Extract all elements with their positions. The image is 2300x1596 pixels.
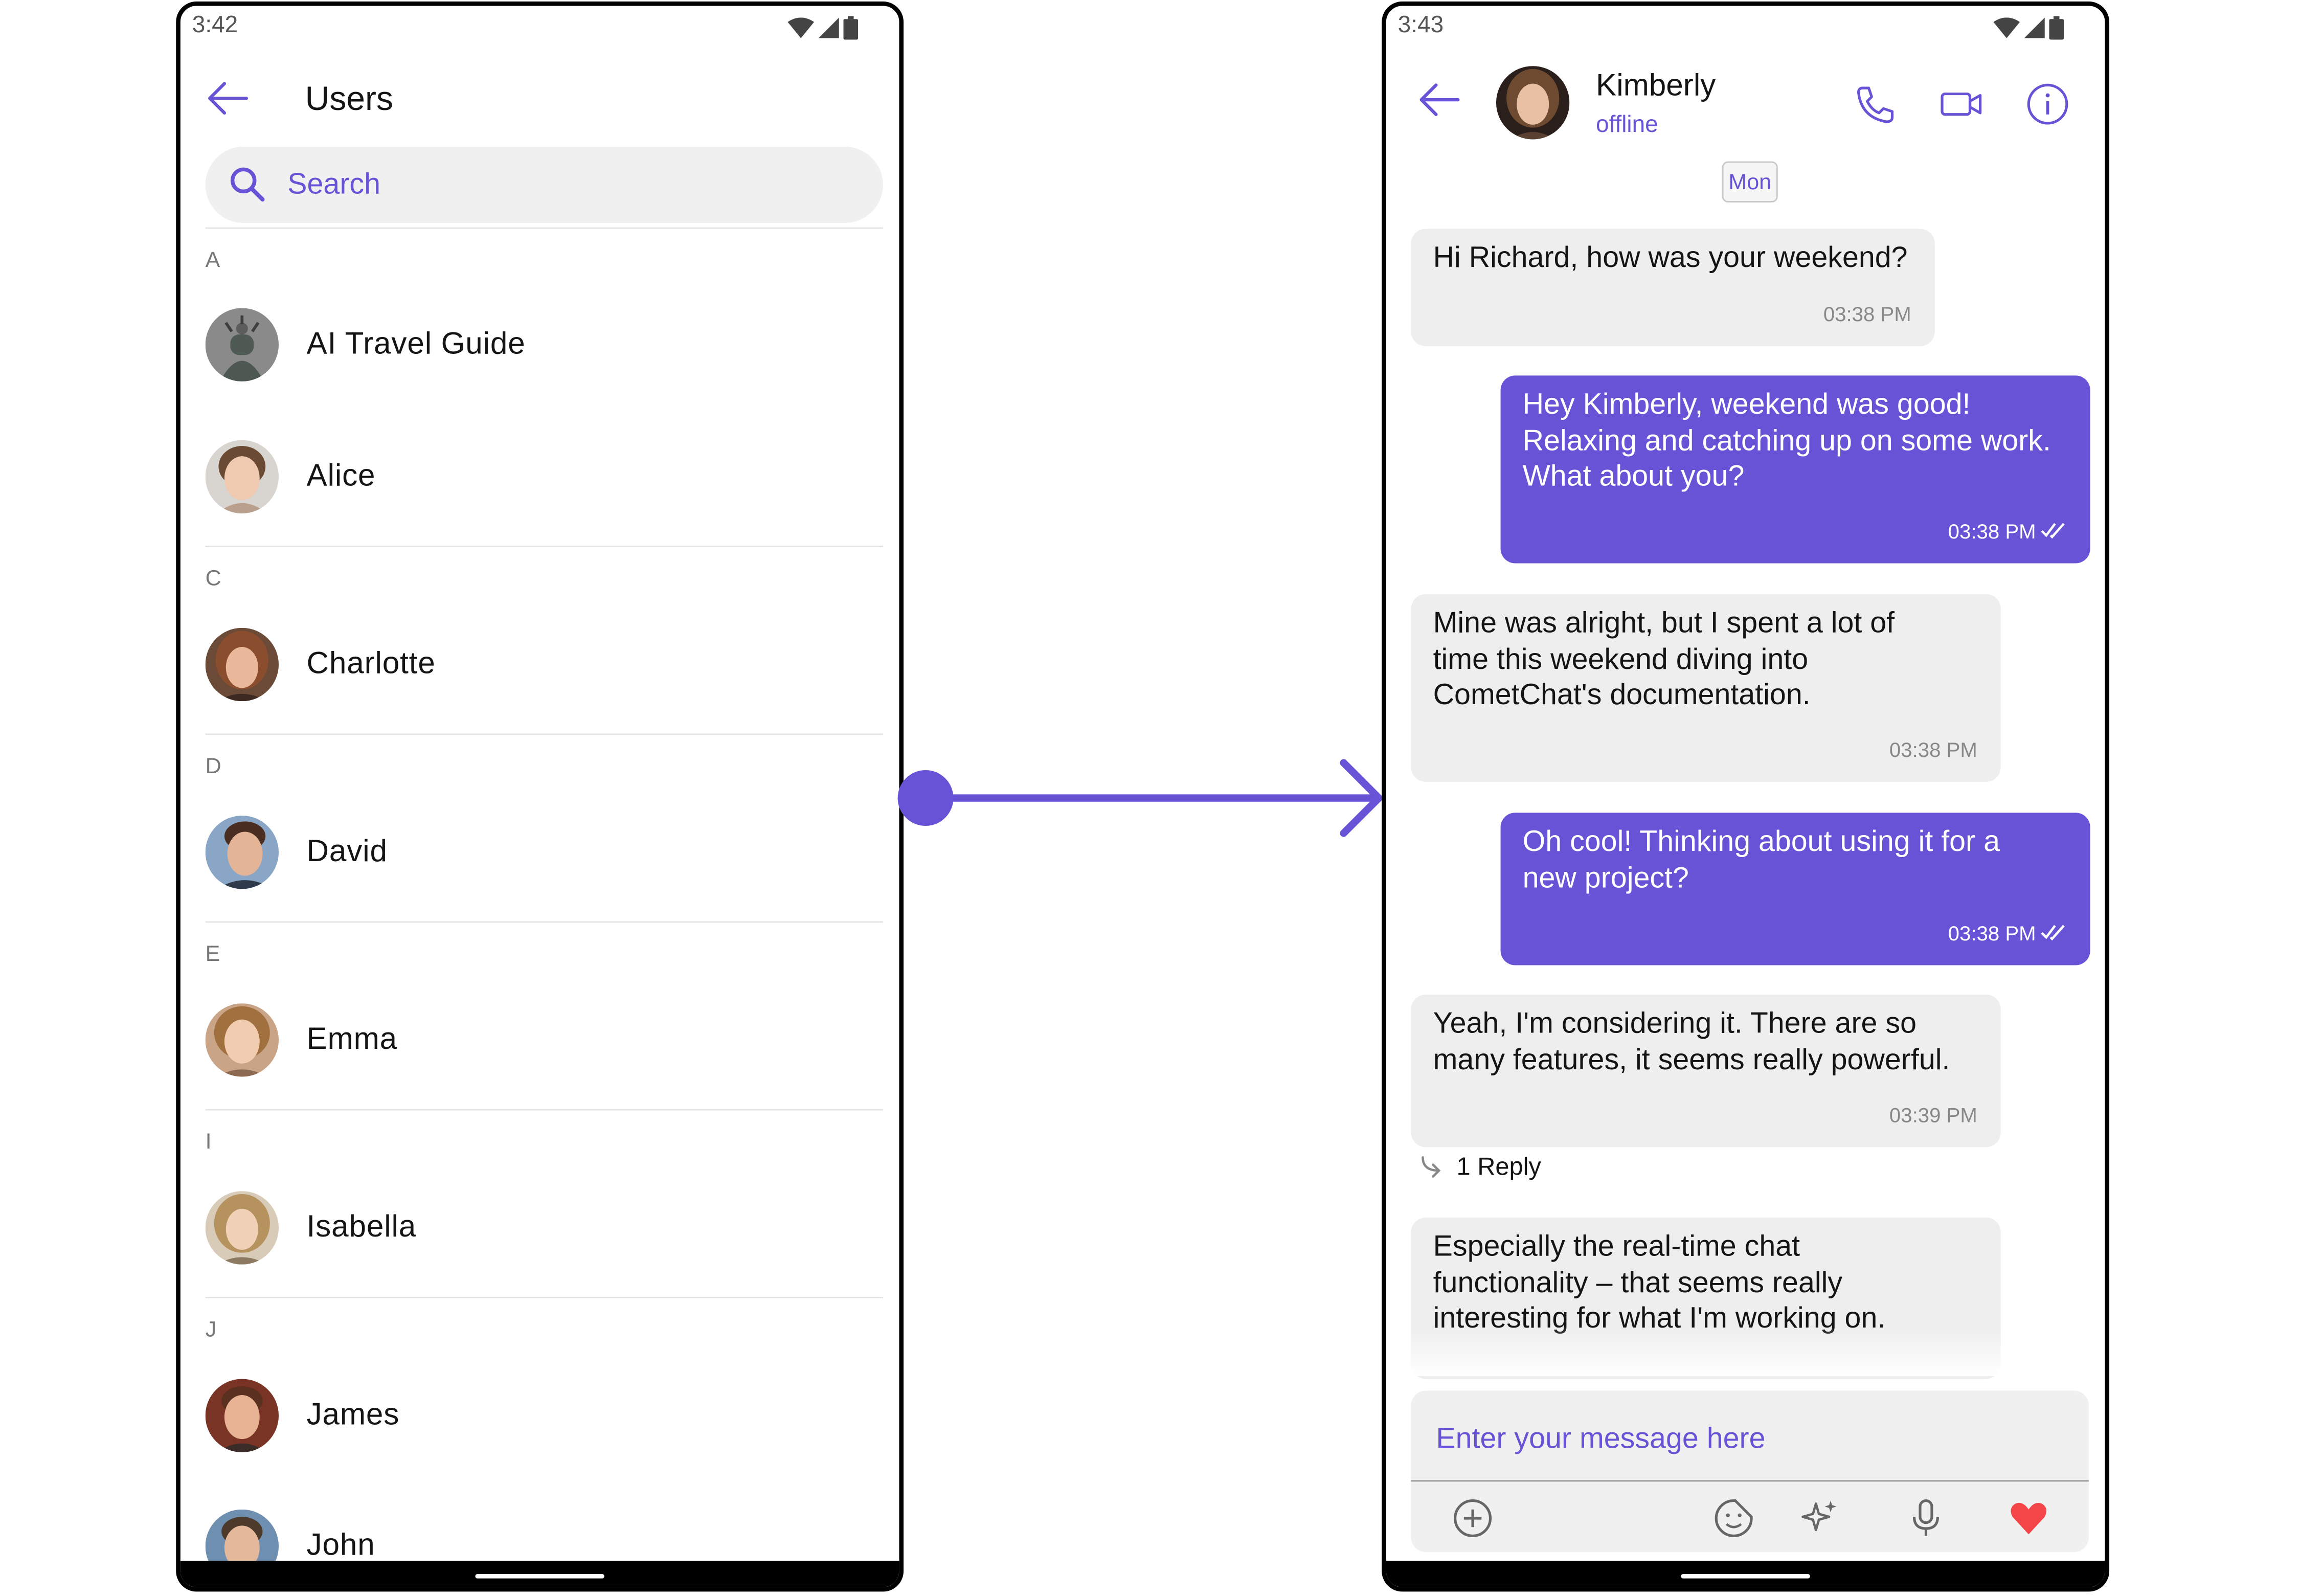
message-input[interactable] xyxy=(1433,1414,2070,1464)
avatar xyxy=(205,308,279,381)
section-letter: E xyxy=(205,941,220,967)
avatar xyxy=(205,1003,279,1077)
page-title: Users xyxy=(305,79,393,118)
status-bar: 3:42 xyxy=(181,6,899,47)
message-bubble-outgoing[interactable]: Hey Kimberly, weekend was good! Relaxing… xyxy=(1500,375,2090,564)
chat-screen: 3:43 Kimberly offline Mon Hi Richard, ho… xyxy=(1382,1,2110,1592)
message-bubble-incoming[interactable]: Mine was alright, but I spent a lot of t… xyxy=(1411,594,2001,782)
section-letter: C xyxy=(205,566,221,592)
home-indicator[interactable] xyxy=(475,1574,604,1579)
user-item-alice[interactable]: Alice xyxy=(205,425,883,528)
read-receipt-icon xyxy=(2041,522,2065,538)
sticker-icon[interactable] xyxy=(1712,1496,1756,1540)
section-letter: J xyxy=(205,1317,217,1342)
navigation-bar xyxy=(1386,1561,2105,1587)
thread-reply-link[interactable]: 1 Reply xyxy=(1418,1153,1541,1182)
divider xyxy=(205,546,883,547)
section-letter: I xyxy=(205,1129,212,1155)
ai-sparkle-icon[interactable] xyxy=(1798,1496,1842,1540)
battery-icon xyxy=(843,16,859,40)
user-name: AI Travel Guide xyxy=(306,327,526,361)
divider xyxy=(205,733,883,735)
home-indicator[interactable] xyxy=(1681,1574,1810,1579)
avatar xyxy=(205,1379,279,1452)
contact-status: offline xyxy=(1596,113,1658,138)
microphone-icon[interactable] xyxy=(1904,1496,1948,1540)
avatar xyxy=(205,627,279,702)
transition-arrow-icon xyxy=(897,759,1383,837)
status-time: 3:42 xyxy=(192,13,238,38)
video-call-icon[interactable] xyxy=(1936,79,1987,129)
search-input[interactable] xyxy=(284,166,848,204)
user-name: David xyxy=(306,835,388,869)
back-arrow-icon[interactable] xyxy=(206,78,250,119)
user-name: Emma xyxy=(306,1022,398,1056)
message-bubble-incoming[interactable]: Hi Richard, how was your weekend? 03:38 … xyxy=(1411,229,1935,346)
divider xyxy=(1411,1480,2089,1482)
section-letter: A xyxy=(205,248,220,273)
user-name: Isabella xyxy=(306,1210,417,1244)
signal-icon xyxy=(818,17,839,38)
user-name: Alice xyxy=(306,459,376,493)
user-name: Charlotte xyxy=(306,647,436,681)
divider xyxy=(205,921,883,923)
reply-count: 1 Reply xyxy=(1456,1153,1541,1181)
battery-icon xyxy=(2049,16,2064,40)
wifi-icon xyxy=(787,17,815,38)
users-screen: 3:42 Users A AI Travel Guide Alice C Cha… xyxy=(176,1,904,1592)
message-composer xyxy=(1411,1390,2089,1552)
add-attachment-icon[interactable] xyxy=(1451,1496,1495,1540)
signal-icon xyxy=(2024,17,2045,38)
status-time: 3:43 xyxy=(1397,13,1444,38)
section-letter: D xyxy=(205,754,221,779)
user-name: John xyxy=(306,1528,375,1563)
back-arrow-icon[interactable] xyxy=(1417,79,1461,120)
message-text: Hey Kimberly, weekend was good! Relaxing… xyxy=(1522,389,2051,493)
status-icons xyxy=(787,16,859,40)
status-icons xyxy=(1993,16,2064,40)
divider xyxy=(205,227,883,229)
message-meta: 03:38 PM xyxy=(1948,915,2067,951)
navigation-bar xyxy=(180,1561,899,1587)
search-icon xyxy=(230,167,265,202)
avatar xyxy=(205,815,279,889)
message-text: Oh cool! Thinking about using it for a n… xyxy=(1522,826,2000,894)
contact-avatar[interactable] xyxy=(1496,66,1570,140)
message-time: 03:39 PM xyxy=(1889,1102,1977,1126)
scroll-fade xyxy=(1411,1326,2089,1376)
message-bubble-outgoing[interactable]: Oh cool! Thinking about using it for a n… xyxy=(1500,813,2090,965)
message-text: Hi Richard, how was your weekend? xyxy=(1433,242,1908,275)
message-time: 03:38 PM xyxy=(1823,301,1911,325)
phone-call-icon[interactable] xyxy=(1850,79,1900,129)
avatar xyxy=(205,440,279,514)
user-item-david[interactable]: David xyxy=(205,801,883,904)
date-separator: Mon xyxy=(1722,161,1778,203)
message-text: Mine was alright, but I spent a lot of t… xyxy=(1433,607,1895,712)
message-bubble-incoming[interactable]: Yeah, I'm considering it. There are so m… xyxy=(1411,994,2001,1148)
heart-reaction-icon[interactable] xyxy=(2006,1496,2050,1540)
read-receipt-icon xyxy=(2041,924,2065,940)
message-time: 03:38 PM xyxy=(1948,519,2036,542)
user-item-emma[interactable]: Emma xyxy=(205,988,883,1091)
message-time: 03:38 PM xyxy=(1948,920,2036,944)
user-name: James xyxy=(306,1398,400,1432)
avatar xyxy=(205,1191,279,1265)
message-text: Yeah, I'm considering it. There are so m… xyxy=(1433,1007,1950,1076)
user-item-james[interactable]: James xyxy=(205,1364,883,1467)
message-time: 03:38 PM xyxy=(1889,737,1977,761)
divider xyxy=(205,1296,883,1298)
wifi-icon xyxy=(1993,17,2020,38)
user-item-ai-travel-guide[interactable]: AI Travel Guide xyxy=(205,294,883,396)
info-icon[interactable] xyxy=(2023,79,2073,129)
status-bar: 3:43 xyxy=(1386,6,2105,47)
search-bar[interactable] xyxy=(205,146,883,223)
user-item-isabella[interactable]: Isabella xyxy=(205,1177,883,1279)
divider xyxy=(205,1109,883,1111)
user-item-charlotte[interactable]: Charlotte xyxy=(205,613,883,716)
reply-arrow-icon xyxy=(1422,1156,1441,1178)
message-meta: 03:38 PM xyxy=(1948,513,2067,549)
contact-name: Kimberly xyxy=(1596,69,1716,103)
message-text: Especially the real-time chat functional… xyxy=(1433,1230,1886,1335)
